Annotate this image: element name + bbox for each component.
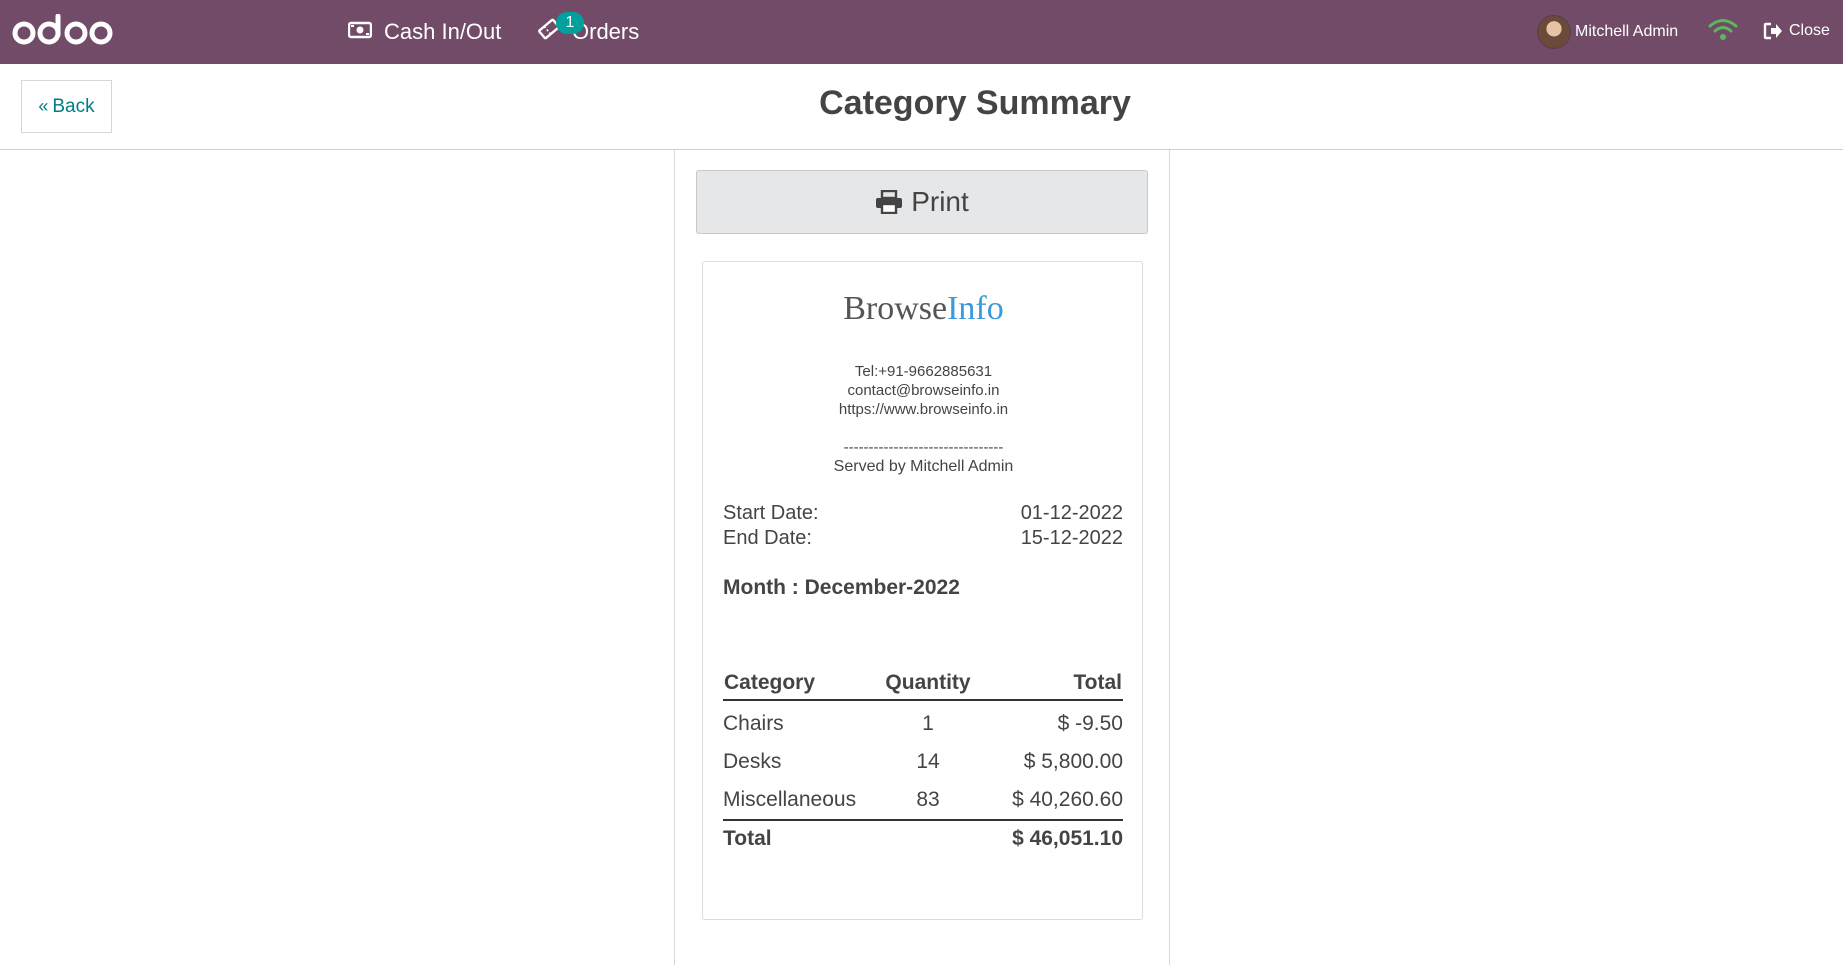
month-label: Month : December-2022	[723, 576, 960, 599]
table-row: Miscellaneous 83 $ 40,260.60	[723, 788, 1123, 811]
page-title: Category Summary	[819, 84, 1131, 122]
column-header-category: Category	[724, 671, 816, 694]
table-row: Chairs 1 $ -9.50	[723, 712, 1123, 735]
user-name: Mitchell Admin	[1575, 23, 1679, 40]
company-contact: Tel:+91-9662885631 contact@browseinfo.in…	[703, 362, 1144, 419]
column-header-total: Total	[1073, 671, 1122, 694]
print-button[interactable]: Print	[696, 170, 1148, 234]
user-menu[interactable]: Mitchell Admin	[1537, 14, 1678, 50]
category-summary-receipt: BrowseInfo Tel:+91-9662885631 contact@br…	[702, 261, 1143, 920]
receipt-screen: Print BrowseInfo Tel:+91-9662885631 cont…	[674, 150, 1170, 965]
column-header-quantity: Quantity	[885, 671, 971, 694]
end-date-row: End Date: 15-12-2022	[723, 527, 1123, 550]
category-table: Category Quantity Total Chairs 1 $ -9.50…	[723, 671, 1123, 859]
separator: --------------------------------	[843, 439, 1004, 456]
wifi-icon[interactable]	[1708, 18, 1738, 42]
orders-button[interactable]: Orders	[538, 0, 639, 64]
screen-header: « Back Category Summary	[0, 64, 1843, 150]
table-body: Chairs 1 $ -9.50 Desks 14 $ 5,800.00 Mis…	[723, 701, 1123, 819]
start-date-label: Start Date:	[723, 502, 819, 524]
close-label: Close	[1789, 22, 1830, 39]
close-button[interactable]: Close	[1763, 18, 1830, 44]
odoo-logo[interactable]	[12, 14, 116, 50]
table-header: Category Quantity Total	[723, 671, 1123, 701]
print-label: Print	[911, 186, 969, 217]
total-label: Total	[723, 827, 772, 850]
served-by: Served by Mitchell Admin	[833, 458, 1014, 475]
company-phone: Tel:+91-9662885631	[854, 363, 993, 380]
print-icon	[876, 190, 903, 214]
avatar	[1537, 15, 1571, 49]
company-email: contact@browseinfo.in	[847, 382, 1000, 399]
company-website: https://www.browseinfo.in	[838, 401, 1009, 418]
grand-total: $ 46,051.10	[1012, 827, 1123, 850]
money-icon	[347, 19, 373, 45]
sign-out-icon	[1763, 22, 1782, 40]
cash-in-out-button[interactable]: Cash In/Out	[347, 0, 502, 64]
cash-in-out-label: Cash In/Out	[384, 19, 502, 44]
top-navbar: Cash In/Out Orders 1 Mitchell Admin Clos…	[0, 0, 1843, 64]
orders-count-badge: 1	[556, 12, 584, 34]
company-logo: BrowseInfo	[843, 290, 1004, 327]
end-date-label: End Date:	[723, 527, 812, 549]
start-date-value: 01-12-2022	[1020, 502, 1123, 524]
start-date-row: Start Date: 01-12-2022	[723, 502, 1123, 525]
end-date-value: 15-12-2022	[1020, 527, 1123, 549]
table-row: Desks 14 $ 5,800.00	[723, 750, 1123, 773]
table-total-row: Total $ 46,051.10	[723, 819, 1123, 859]
